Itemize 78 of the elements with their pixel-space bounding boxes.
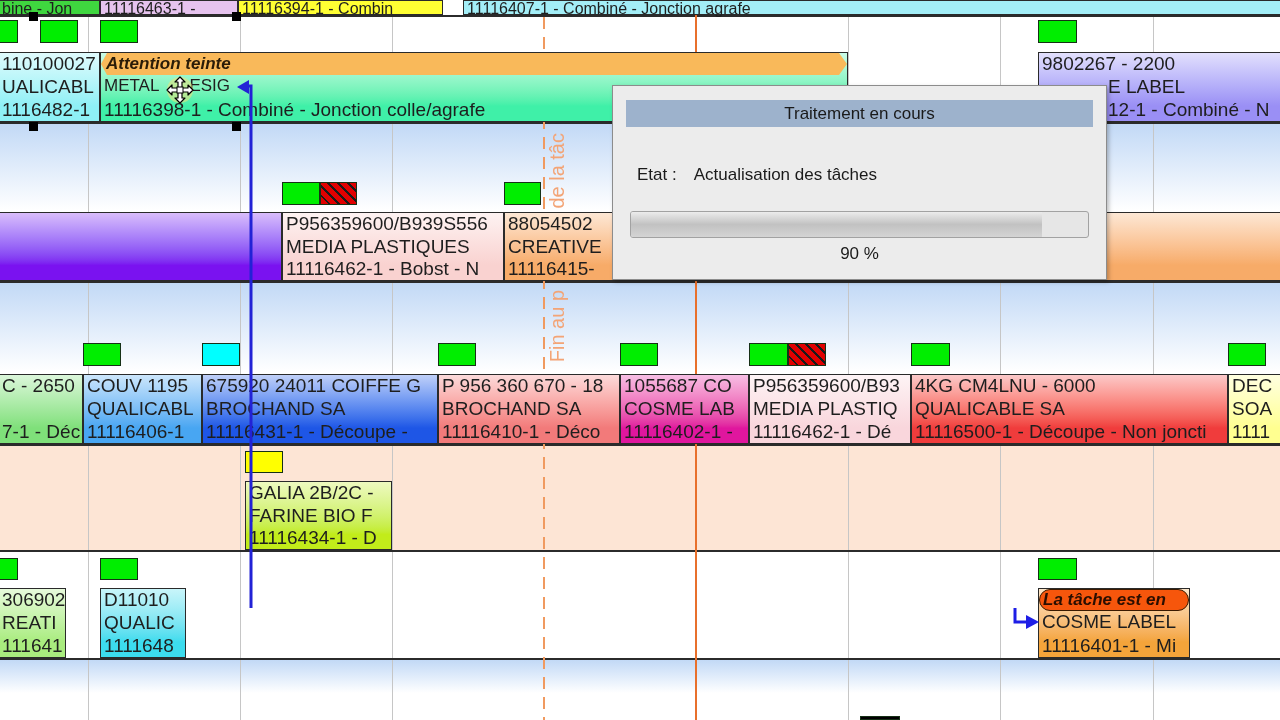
task-label: 11116406-1 [87, 421, 185, 443]
task-block[interactable]: C - 2650 7-1 - Déc [0, 374, 83, 444]
task-block[interactable]: bine - Jon [0, 0, 100, 15]
task-label: 11116415- [508, 258, 595, 280]
dialog-title: Traitement en cours [626, 100, 1093, 127]
task-label: E LABEL [1107, 76, 1186, 98]
task-block[interactable]: 1055687 CO COSME LAB 11116402-1 - [620, 374, 749, 444]
task-label: 11116407-1 - Combiné - Jonction agrafe [467, 1, 751, 16]
task-label: 11116431-1 - Découpe - [206, 421, 408, 443]
task-label: MEDIA PLASTIQ [753, 398, 898, 420]
task-label: SOA [1232, 398, 1273, 420]
task-label: C - 2650 [2, 375, 75, 397]
task-label: 11116434-1 - D [249, 527, 377, 549]
task-label: BROCHAND SA [206, 398, 346, 420]
task-block[interactable]: P 956 360 670 - 18 BROCHAND SA 11116410-1 - Déco [438, 374, 620, 444]
task-block[interactable]: 306902 REATI 111641 [0, 588, 66, 658]
task-block[interactable]: 11116463-1 - [100, 0, 238, 15]
task-block[interactable]: 11116407-1 - Combiné - Jonction agrafe [463, 0, 1280, 15]
task-label: METAL [104, 75, 160, 97]
task-block[interactable]: P956359600/B93 MEDIA PLASTIQ 11116462-1 - Dé [749, 374, 911, 444]
selection-handle-icon[interactable] [29, 122, 38, 131]
task-label: 110100027 [2, 53, 96, 75]
task-label: 11116394-1 - Combin [242, 1, 394, 16]
task-label: P956359600/B939S556 [286, 213, 488, 235]
selection-handle-icon[interactable] [29, 12, 38, 21]
task-label: UALICABL [2, 76, 94, 98]
task-label: MEDIA PLASTIQUES [286, 235, 470, 258]
task-label: 11116500-1 - Découpe - Non joncti [915, 421, 1207, 443]
task-label: 11116401-1 - Mi [1042, 635, 1177, 657]
task-label: 306902 [2, 589, 66, 611]
task-label: 11116402-1 - [624, 421, 733, 443]
task-label: QUALICABL [87, 398, 194, 420]
task-label: bine - Jon [2, 1, 73, 16]
task-block[interactable]: D11010 QUALIC 1111648 [100, 588, 186, 658]
task-label: COSME LAB [624, 398, 735, 420]
deadline-label: Fin au p [547, 290, 567, 363]
task-label: ESIG [189, 75, 231, 97]
task-label: QUALICABLE SA [915, 398, 1065, 420]
state-label: Etat : [637, 165, 677, 185]
task-label: 11116410-1 - Déco [442, 421, 601, 443]
task-alert-banner: Attention teinte [101, 53, 847, 75]
task-label: COUV 1195 [87, 375, 189, 397]
task-block[interactable]: 4KG CM4LNU - 6000 QUALICABLE SA 11116500-1 - Découpe - Non joncti [911, 374, 1228, 444]
deadline-label: de la tâc [547, 133, 567, 209]
task-label: 1116482-1 [2, 99, 91, 121]
task-label: P956359600/B93 [753, 375, 900, 397]
task-label: 11116462-1 - Dé [753, 421, 892, 443]
task-label: 4KG CM4LNU - 6000 [915, 375, 1096, 397]
task-label: 9802267 - 2200 [1042, 53, 1176, 75]
task-block[interactable]: 11116394-1 - Combin [238, 0, 443, 15]
selection-handle-icon[interactable] [232, 12, 241, 21]
task-block[interactable]: DEC SOA 1111 [1228, 374, 1280, 444]
progress-reading: 90 % [840, 244, 879, 264]
selection-handle-icon[interactable] [232, 122, 241, 131]
task-label: 1111 [1232, 421, 1271, 443]
task-label: 88054502 [508, 213, 593, 235]
task-label: P 956 360 670 - 18 [442, 375, 604, 397]
task-block[interactable] [0, 212, 282, 281]
task-label: QUALIC [104, 612, 175, 634]
task-label: CREATIVE [508, 235, 602, 258]
task-block[interactable]: P956359600/B939S556 MEDIA PLASTIQUES 11116462-1 - Bobst - N [282, 212, 504, 281]
task-label: D11010 [104, 589, 170, 611]
task-label: BROCHAND SA [442, 398, 582, 420]
task-label: 7-1 - Déc [2, 421, 81, 443]
task-block[interactable]: La tâche est en COSME LABEL 11116401-1 - Mi [1038, 588, 1190, 658]
task-label: 11116462-1 - Bobst - N [286, 258, 480, 280]
task-label: DEC [1232, 375, 1273, 397]
task-block[interactable]: 110100027 UALICABL 1116482-1 [0, 52, 100, 122]
task-label: 111641 [2, 635, 63, 657]
task-block[interactable]: COUV 1195 QUALICABL 11116406-1 [83, 374, 202, 444]
state-value: Actualisation des tâches [693, 165, 878, 185]
task-label: 11116463-1 - [104, 1, 196, 16]
task-label: 1111648 [104, 635, 174, 657]
task-label: REATI [2, 612, 57, 634]
task-label: 1055687 CO [624, 375, 732, 397]
task-alert-banner: La tâche est en [1039, 589, 1189, 611]
task-label: 12-1 - Combiné - N [1107, 99, 1270, 121]
task-label: COSME LABEL [1042, 611, 1177, 633]
